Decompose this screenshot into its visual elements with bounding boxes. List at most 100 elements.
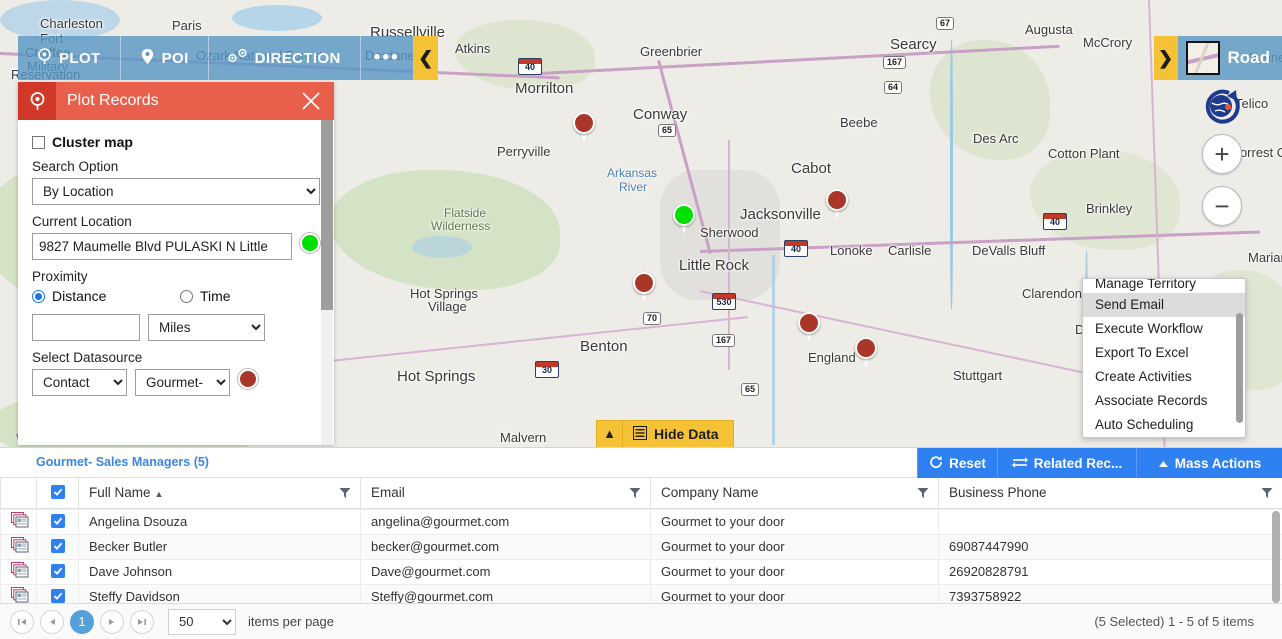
cell-email: becker@gourmet.com xyxy=(360,533,651,560)
filter-icon[interactable] xyxy=(339,487,351,499)
mass-action-item[interactable]: Manage Territory xyxy=(1083,279,1245,293)
toolbar-more-button[interactable]: ••• xyxy=(361,36,414,80)
caret-up-icon: ▲ xyxy=(597,421,623,447)
map-record-pin[interactable] xyxy=(855,337,877,367)
search-option-label: Search Option xyxy=(32,159,119,174)
highway-shield: 530 xyxy=(712,293,736,310)
table-row[interactable]: Angelina Dsouza angelina@gourmet.com Gourm… xyxy=(0,508,1282,535)
map-canvas[interactable]: CharlestonParisFortChaffeeMilitaryReserv… xyxy=(0,0,1282,447)
plus-icon: + xyxy=(1214,138,1230,169)
row-checkbox[interactable] xyxy=(50,514,65,528)
toolbar-plot-button[interactable]: PLOT xyxy=(18,36,121,80)
map-place-label: Clarendon xyxy=(1022,286,1082,301)
reset-label: Reset xyxy=(949,455,986,471)
header-company-name[interactable]: Company Name xyxy=(650,478,939,509)
cluster-map-label: Cluster map xyxy=(52,134,133,150)
cluster-map-checkbox[interactable] xyxy=(32,135,45,149)
row-copy-icon[interactable] xyxy=(0,533,37,560)
map-record-pin[interactable] xyxy=(633,272,655,302)
current-location-row xyxy=(32,233,320,260)
row-checkbox-cell[interactable] xyxy=(36,508,79,535)
filter-icon[interactable] xyxy=(1261,487,1273,499)
row-checkbox-cell[interactable] xyxy=(36,558,79,585)
row-checkbox[interactable] xyxy=(50,589,65,603)
table-row[interactable]: Dave Johnson Dave@gourmet.com Gourmet to y… xyxy=(0,558,1282,585)
current-location-pin-icon[interactable] xyxy=(300,233,320,260)
proximity-distance-option[interactable]: Distance xyxy=(32,288,180,304)
filter-icon[interactable] xyxy=(629,487,641,499)
toolbar-collapse-button[interactable]: ❮ xyxy=(413,36,438,80)
proximity-value-input[interactable] xyxy=(32,314,140,341)
panel-scrollbar-thumb[interactable] xyxy=(321,120,333,310)
close-icon[interactable] xyxy=(300,90,322,112)
search-option-select[interactable]: By LocationBy RegionBy Territory xyxy=(32,178,320,205)
table-header-row: Full Name ▲ Email Company Name Business P… xyxy=(0,478,1282,509)
mass-action-item[interactable]: Associate Records xyxy=(1083,389,1245,413)
cell-company: Gourmet to your door xyxy=(650,508,939,535)
header-full-name[interactable]: Full Name ▲ xyxy=(78,478,361,509)
page-1-button[interactable]: 1 xyxy=(70,609,94,634)
record-count-label: (5 Selected) 1 - 5 of 5 items xyxy=(1094,614,1254,629)
table-body: Angelina Dsouza angelina@gourmet.com Gourm… xyxy=(0,508,1282,610)
hide-data-button[interactable]: ▲ Hide Data xyxy=(596,420,734,447)
mass-actions-button[interactable]: Mass Actions xyxy=(1136,448,1282,478)
zoom-in-button[interactable]: + xyxy=(1202,134,1242,174)
time-radio[interactable] xyxy=(180,289,193,303)
mass-action-item[interactable]: Execute Workflow xyxy=(1083,317,1245,341)
proximity-unit-select[interactable]: MilesKilometers xyxy=(148,314,265,341)
distance-label: Distance xyxy=(52,288,107,304)
datasource-entity-select[interactable]: ContactAccountLead xyxy=(32,369,127,396)
terrain-patch xyxy=(455,20,595,90)
toolbar-direction-label: DIRECTION xyxy=(254,49,341,67)
map-place-label: McCrory xyxy=(1083,35,1133,50)
row-copy-icon[interactable] xyxy=(0,508,37,535)
map-record-pin[interactable] xyxy=(826,189,848,219)
row-checkbox[interactable] xyxy=(50,564,65,578)
prev-page-button[interactable] xyxy=(40,609,64,634)
map-crm-application: CharlestonParisFortChaffeeMilitaryReserv… xyxy=(0,0,1282,639)
globe-locate-icon[interactable] xyxy=(1202,86,1242,126)
header-business-phone[interactable]: Business Phone xyxy=(938,478,1282,509)
mass-actions-scrollbar[interactable] xyxy=(1236,313,1243,423)
cell-phone: 69087447990 xyxy=(938,533,1282,560)
first-page-button[interactable] xyxy=(10,609,34,634)
related-records-button[interactable]: Related Rec... xyxy=(997,448,1136,478)
row-checkbox[interactable] xyxy=(50,539,65,553)
map-record-pin[interactable] xyxy=(573,112,595,142)
panel-scrollbar[interactable] xyxy=(321,120,333,445)
header-email[interactable]: Email xyxy=(360,478,651,509)
select-datasource-label: Select Datasource xyxy=(32,350,143,365)
proximity-time-option[interactable]: Time xyxy=(180,288,231,304)
datasource-pin-icon[interactable] xyxy=(238,369,258,396)
datasource-view-select[interactable]: Gourmet- Sa xyxy=(135,369,230,396)
basemap-selector[interactable]: ❯ Road xyxy=(1153,36,1282,80)
select-all-checkbox[interactable] xyxy=(50,485,65,500)
basemap-expand-button[interactable]: ❯ xyxy=(1153,36,1178,80)
cluster-map-row[interactable]: Cluster map xyxy=(32,134,320,150)
chevron-right-icon: ❯ xyxy=(1157,47,1174,68)
map-record-pin[interactable] xyxy=(798,312,820,342)
reset-button[interactable]: Reset xyxy=(917,448,997,478)
mass-action-item[interactable]: Send Email xyxy=(1083,293,1245,317)
row-checkbox-cell[interactable] xyxy=(36,533,79,560)
mass-actions-menu[interactable]: Manage Territory Send Email Execute Workfl… xyxy=(1082,278,1246,438)
page-size-select[interactable]: 50100200 xyxy=(168,608,236,635)
distance-radio[interactable] xyxy=(32,289,45,303)
next-page-button[interactable] xyxy=(100,609,124,634)
header-company-label: Company Name xyxy=(661,485,759,501)
grid-vertical-scrollbar[interactable] xyxy=(1272,510,1280,603)
mass-action-item[interactable]: Export To Excel xyxy=(1083,341,1245,365)
current-location-input[interactable] xyxy=(32,233,292,260)
filter-icon[interactable] xyxy=(917,487,929,499)
zoom-out-button[interactable]: − xyxy=(1202,186,1242,226)
mass-action-item[interactable]: Auto Scheduling xyxy=(1083,413,1245,437)
mass-action-item[interactable]: Create Activities xyxy=(1083,365,1245,389)
highway-shield: 65 xyxy=(658,124,677,137)
toolbar-poi-button[interactable]: POI xyxy=(121,36,209,80)
table-row[interactable]: Becker Butler becker@gourmet.com Gourmet t… xyxy=(0,533,1282,560)
last-page-button[interactable] xyxy=(130,609,154,634)
header-full-name-label: Full Name xyxy=(89,485,151,501)
row-copy-icon[interactable] xyxy=(0,558,37,585)
map-record-pin[interactable] xyxy=(673,204,695,234)
toolbar-direction-button[interactable]: DIRECTION xyxy=(209,36,361,80)
